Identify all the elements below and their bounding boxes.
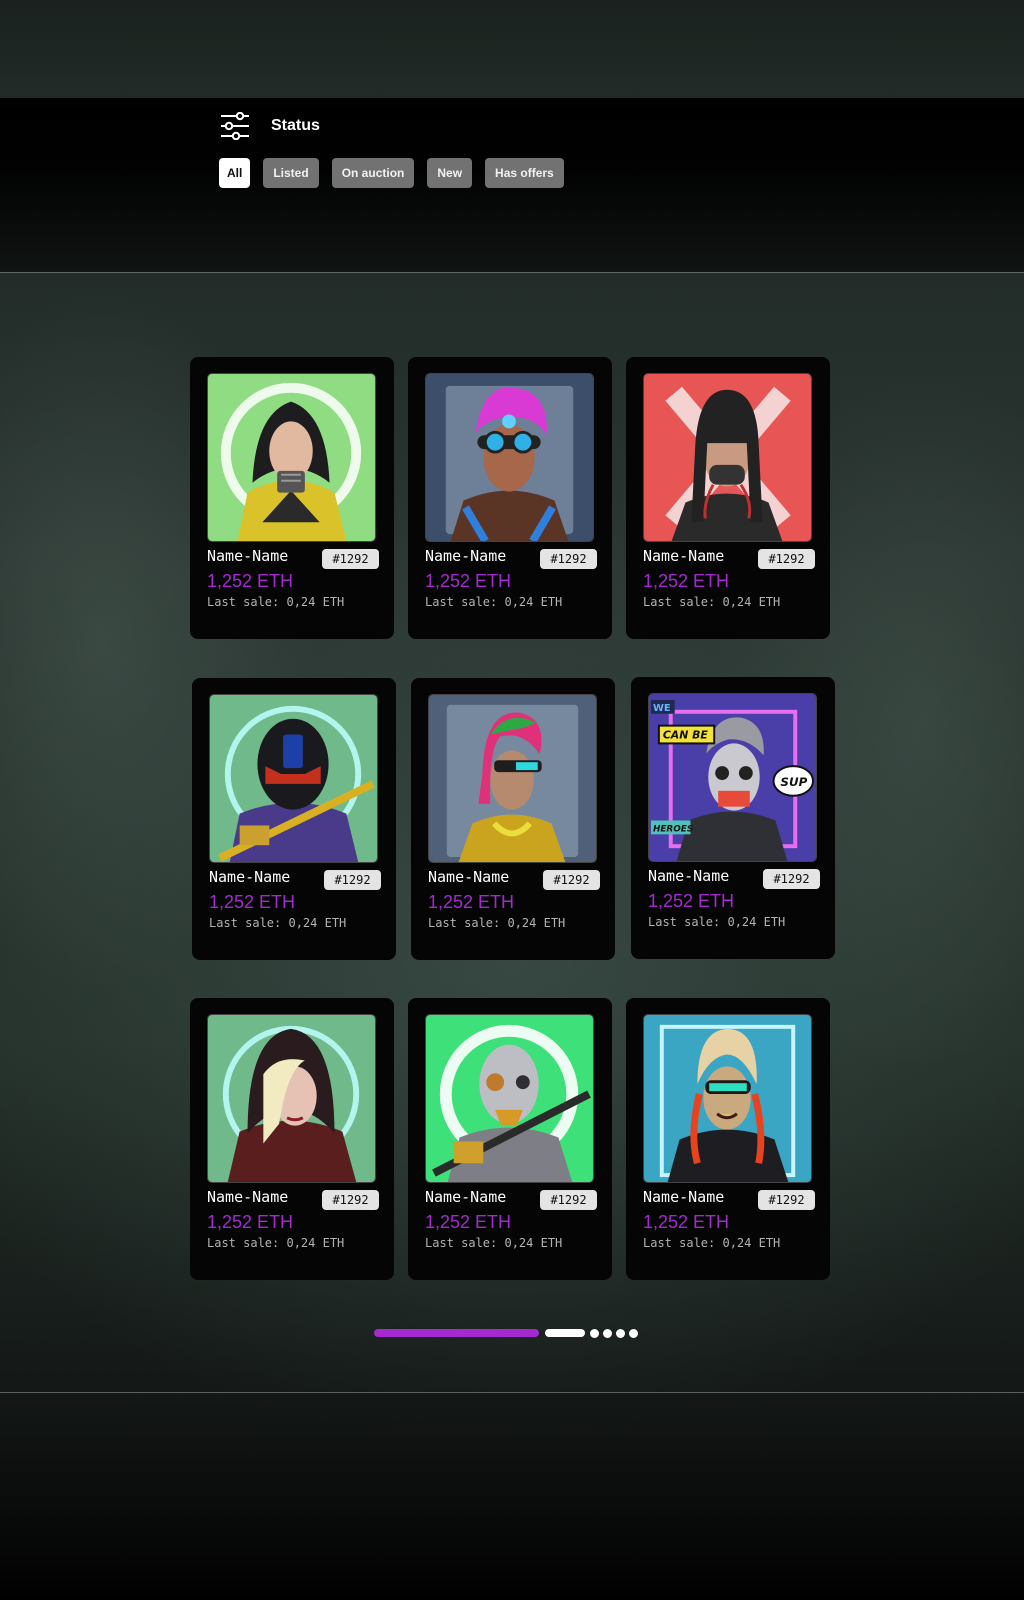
last-sale: Last sale: 0,24 ETH (425, 595, 563, 609)
nft-card[interactable]: Name-Name #1292 1,252 ETH Last sale: 0,2… (626, 998, 830, 1280)
nft-name: Name-Name (209, 868, 291, 886)
art-text-can-be: CAN BE (663, 728, 709, 741)
nft-card[interactable]: Name-Name #1292 1,252 ETH Last sale: 0,2… (626, 357, 830, 639)
nft-price: 1,252 ETH (425, 1212, 512, 1232)
nft-name: Name-Name (428, 868, 510, 886)
nft-card[interactable]: Name-Name #1292 1,252 ETH Last sale: 0,2… (408, 357, 612, 639)
pagination-dot[interactable] (603, 1328, 612, 1338)
nft-price: 1,252 ETH (209, 892, 296, 912)
nft-price: 1,252 ETH (207, 1212, 294, 1232)
nft-name: Name-Name (425, 1188, 507, 1206)
nft-name: Name-Name (648, 867, 730, 885)
nft-artwork (643, 1014, 812, 1183)
token-id-badge: #1292 (763, 869, 820, 889)
last-sale: Last sale: 0,24 ETH (643, 1236, 781, 1250)
footer-background (0, 1392, 1024, 1600)
last-sale: Last sale: 0,24 ETH (428, 916, 566, 930)
last-sale: Last sale: 0,24 ETH (648, 915, 786, 929)
nft-card[interactable]: Name-Name #1292 1,252 ETH Last sale: 0,2… (190, 357, 394, 639)
token-id-badge: #1292 (543, 870, 600, 890)
nft-artwork (207, 373, 376, 542)
nft-card[interactable]: Name-Name #1292 1,252 ETH Last sale: 0,2… (192, 678, 396, 960)
pagination-dot[interactable] (616, 1328, 625, 1338)
nft-name: Name-Name (207, 1188, 289, 1206)
pagination-dot[interactable] (590, 1328, 599, 1338)
nft-artwork: WE CAN BE HEROES SUP (648, 693, 817, 862)
nft-price: 1,252 ETH (425, 571, 512, 591)
token-id-badge: #1292 (758, 1190, 815, 1210)
last-sale: Last sale: 0,24 ETH (643, 595, 781, 609)
last-sale: Last sale: 0,24 ETH (425, 1236, 563, 1250)
nft-price: 1,252 ETH (207, 571, 294, 591)
nft-name: Name-Name (207, 547, 289, 565)
nft-name: Name-Name (425, 547, 507, 565)
nft-artwork (425, 373, 594, 542)
nft-card[interactable]: Name-Name #1292 1,252 ETH Last sale: 0,2… (411, 678, 615, 960)
art-text-sup: SUP (780, 775, 807, 789)
pagination-current[interactable] (545, 1329, 585, 1337)
nft-card[interactable]: Name-Name #1292 1,252 ETH Last sale: 0,2… (190, 998, 394, 1280)
art-text-we: WE (653, 703, 671, 714)
token-id-badge: #1292 (540, 1190, 597, 1210)
token-id-badge: #1292 (540, 549, 597, 569)
nft-artwork (209, 694, 378, 863)
nft-price: 1,252 ETH (648, 891, 735, 911)
nft-artwork (643, 373, 812, 542)
nft-artwork (428, 694, 597, 863)
nft-price: 1,252 ETH (428, 892, 515, 912)
last-sale: Last sale: 0,24 ETH (207, 595, 345, 609)
nft-name: Name-Name (643, 1188, 725, 1206)
nft-price: 1,252 ETH (643, 571, 730, 591)
last-sale: Last sale: 0,24 ETH (207, 1236, 345, 1250)
token-id-badge: #1292 (322, 549, 379, 569)
token-id-badge: #1292 (324, 870, 381, 890)
token-id-badge: #1292 (322, 1190, 379, 1210)
nft-price: 1,252 ETH (643, 1212, 730, 1232)
nft-card[interactable]: WE CAN BE HEROES SUP Name-Name #1292 1,2… (631, 677, 835, 959)
nft-artwork (207, 1014, 376, 1183)
nft-name: Name-Name (643, 547, 725, 565)
nft-artwork (425, 1014, 594, 1183)
pagination-progress (374, 1329, 539, 1337)
art-text-heroes: HEROES (653, 824, 693, 834)
nft-card[interactable]: Name-Name #1292 1,252 ETH Last sale: 0,2… (408, 998, 612, 1280)
nft-grid: Name-Name #1292 1,252 ETH Last sale: 0,2… (0, 0, 1024, 1400)
carousel-pagination (374, 1328, 642, 1338)
pagination-dot[interactable] (629, 1328, 638, 1338)
last-sale: Last sale: 0,24 ETH (209, 916, 347, 930)
token-id-badge: #1292 (758, 549, 815, 569)
